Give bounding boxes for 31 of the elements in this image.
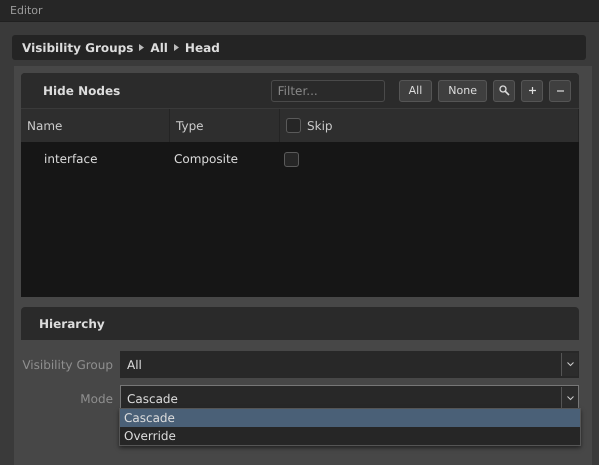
table-cell: Composite	[174, 152, 238, 166]
section-title: Hierarchy	[39, 316, 105, 330]
menu-option[interactable]: Override	[120, 427, 580, 445]
breadcrumb-item[interactable]: All	[150, 40, 168, 54]
checkbox[interactable]	[286, 118, 301, 133]
column-header[interactable]: Name	[27, 118, 62, 132]
plus-icon	[528, 87, 536, 94]
checkbox[interactable]	[284, 152, 299, 166]
table-cell: interface	[44, 152, 98, 166]
column-header[interactable]: Type	[176, 118, 204, 132]
separator-icon	[174, 44, 179, 51]
field-label: Visibility Group	[22, 358, 113, 372]
minus-icon	[556, 90, 564, 92]
select-button[interactable]: None	[438, 80, 487, 102]
search-button[interactable]	[493, 80, 515, 102]
column-header[interactable]: Skip	[307, 118, 333, 132]
dropdown-field[interactable]: All	[120, 351, 579, 378]
panel-title: Hide Nodes	[43, 84, 122, 98]
filter-field[interactable]: Filter...	[270, 80, 385, 102]
add-button[interactable]	[521, 80, 543, 102]
breadcrumb-item[interactable]: Visibility Groups	[22, 40, 134, 54]
chevron-icon	[566, 362, 574, 367]
search-icon	[498, 85, 510, 96]
chevron-icon	[566, 396, 574, 401]
field-label: Mode	[80, 392, 113, 406]
separator-icon	[139, 44, 144, 51]
breadcrumb-item[interactable]: Head	[184, 40, 220, 54]
select-button[interactable]: All	[398, 80, 432, 102]
remove-button[interactable]	[549, 80, 571, 102]
window-title: Editor	[10, 4, 43, 17]
menu-option[interactable]: Cascade	[120, 409, 580, 427]
